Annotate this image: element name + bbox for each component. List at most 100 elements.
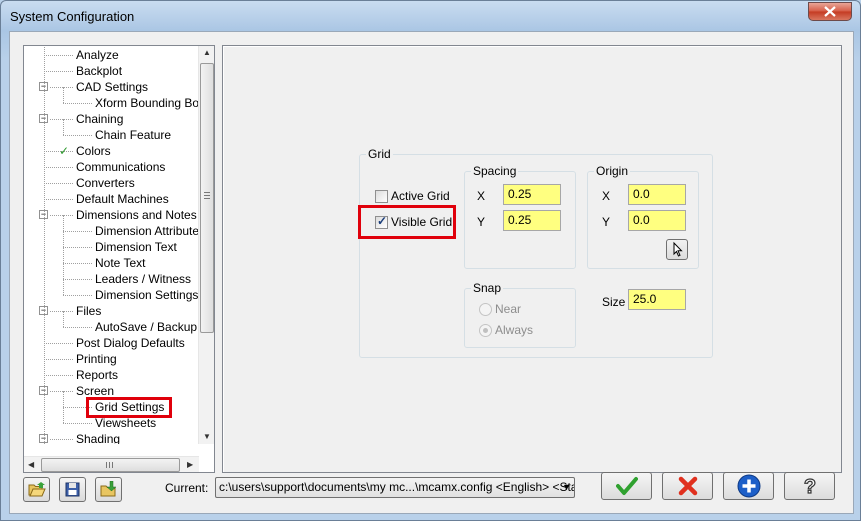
origin-x-label: X (602, 189, 611, 203)
size-input[interactable]: 25.0 (628, 289, 686, 310)
snap-group: Snap Near Always (464, 281, 576, 348)
scroll-right-icon[interactable]: ▶ (187, 460, 193, 469)
save-config-button[interactable] (59, 477, 86, 502)
spacing-y-input[interactable]: 0.25 (503, 210, 561, 231)
tree-item-label: Dimension Attributes (95, 224, 199, 238)
cancel-button[interactable] (662, 472, 713, 500)
tree-item-label: AutoSave / Backup (95, 320, 198, 334)
tree-item-label: Printing (76, 352, 117, 366)
scroll-left-icon[interactable]: ◀ (28, 460, 34, 469)
tree-item[interactable]: Chain Feature (94, 127, 172, 143)
tree-item[interactable]: Shading (75, 431, 121, 444)
grid-group: Grid Active Grid ✓ Visible Grid Spacing … (358, 147, 713, 358)
tree-item-label: Communications (76, 160, 166, 174)
help-button[interactable]: ? (784, 472, 835, 500)
tree-item[interactable]: Backplot (75, 63, 123, 79)
tree-item-label: Shading (76, 432, 121, 444)
tree-item-label: Viewsheets (95, 416, 157, 430)
save-disk-icon (65, 482, 79, 497)
grid-group-label: Grid (366, 147, 393, 161)
origin-group: Origin X 0.0 Y 0.0 (587, 164, 699, 269)
tree-item-label: Colors (76, 144, 111, 158)
tree-item[interactable]: Colors (75, 143, 112, 159)
hscroll-thumb[interactable] (41, 458, 180, 472)
tree-vertical-scrollbar[interactable]: ▲ ▼ (198, 46, 214, 444)
tree-item-label: Files (76, 304, 102, 318)
tree-item[interactable]: Dimension Attributes (94, 223, 199, 239)
grid-settings-panel: Grid Active Grid ✓ Visible Grid Spacing … (222, 45, 842, 473)
tree-item[interactable]: Xform Bounding Box F (94, 95, 199, 111)
tree-item-label: Converters (76, 176, 135, 190)
visible-grid-highlight (358, 205, 456, 239)
settings-tree[interactable]: Analyze Backplot CAD Settings − Xform Boundi… (23, 45, 215, 473)
title-bar: System Configuration (1, 1, 860, 31)
tree-item[interactable]: CAD Settings (75, 79, 149, 95)
tree-item[interactable]: Post Dialog Defaults (75, 335, 186, 351)
tree-item[interactable]: Dimension Text (94, 239, 178, 255)
origin-x-input[interactable]: 0.0 (628, 184, 686, 205)
tree-item-label: Chaining (76, 112, 124, 126)
tree-item-label: Dimension Settings (95, 288, 199, 302)
tree-item[interactable]: Converters (75, 175, 136, 191)
tree-item-label: Screen (76, 384, 115, 398)
tree-item[interactable]: Files (75, 303, 102, 319)
merge-config-button[interactable] (95, 477, 122, 502)
green-check-icon (615, 477, 638, 495)
question-mark-icon: ? (803, 475, 816, 497)
close-icon (824, 6, 836, 17)
active-grid-label: Active Grid (391, 189, 450, 203)
tree-item[interactable]: Viewsheets (94, 415, 157, 431)
scroll-thumb[interactable] (200, 63, 214, 333)
tree-item-label: Reports (76, 368, 119, 382)
scroll-down-icon[interactable]: ▼ (203, 432, 211, 441)
ok-button[interactable] (601, 472, 652, 500)
origin-y-input[interactable]: 0.0 (628, 210, 686, 231)
tree-item-label: Note Text (95, 256, 146, 270)
tree-item-label: Xform Bounding Box F (95, 96, 199, 110)
tree-item-label: Dimension Text (95, 240, 177, 254)
tree-item[interactable]: Dimension Settings (94, 287, 199, 303)
tree-item-label: Post Dialog Defaults (76, 336, 185, 350)
tree-item-label: Analyze (76, 48, 119, 62)
snap-near-label: Near (495, 302, 522, 316)
tree-item-label: Leaders / Witness (95, 272, 192, 286)
snap-near-radio[interactable] (479, 303, 492, 316)
svg-text:?: ? (803, 476, 815, 497)
tree-item-label: Default Machines (76, 192, 169, 206)
active-grid-checkbox[interactable] (375, 190, 388, 203)
open-folder-icon (28, 482, 46, 497)
spacing-x-input[interactable]: 0.25 (503, 184, 561, 205)
red-x-icon (678, 476, 697, 496)
origin-y-label: Y (602, 215, 611, 229)
current-config-label: Current: (165, 481, 209, 495)
tree-item-label: CAD Settings (76, 80, 149, 94)
spacing-label: Spacing (471, 164, 519, 178)
close-button[interactable] (808, 2, 852, 21)
dropdown-arrow-icon: ▼ (562, 482, 571, 492)
scroll-up-icon[interactable]: ▲ (203, 48, 211, 57)
apply-button[interactable] (723, 472, 774, 500)
current-config-dropdown[interactable]: c:\users\support\documents\my mc...\mcam… (215, 477, 575, 498)
folder-import-icon (100, 481, 117, 497)
tree-item[interactable]: Analyze (75, 47, 120, 63)
tree-item[interactable]: Dimensions and Notes (75, 207, 198, 223)
tree-horizontal-scrollbar[interactable]: ◀ ▶ (24, 456, 199, 472)
tree-item[interactable]: Leaders / Witness (94, 271, 192, 287)
tree-item[interactable]: AutoSave / Backup (94, 319, 198, 335)
cursor-arrow-icon (673, 241, 683, 257)
tree-item[interactable]: Note Text (94, 255, 146, 271)
tree-item[interactable]: Reports (75, 367, 119, 383)
snap-always-radio[interactable] (479, 324, 492, 337)
open-config-button[interactable] (23, 477, 50, 502)
select-origin-button[interactable] (666, 239, 688, 260)
tree-item-label: Dimensions and Notes (76, 208, 197, 222)
tree-list: Analyze Backplot CAD Settings − Xform Boundi… (24, 46, 199, 444)
tree-item[interactable]: Communications (75, 159, 166, 175)
tree-item[interactable]: Printing (75, 351, 118, 367)
dialog-client-area: Analyze Backplot CAD Settings − Xform Boundi… (9, 31, 854, 514)
tree-item[interactable]: Chaining (75, 111, 124, 127)
spacing-x-label: X (477, 189, 486, 203)
origin-label: Origin (594, 164, 631, 178)
tree-item[interactable]: Default Machines (75, 191, 170, 207)
blue-plus-icon (737, 474, 760, 498)
